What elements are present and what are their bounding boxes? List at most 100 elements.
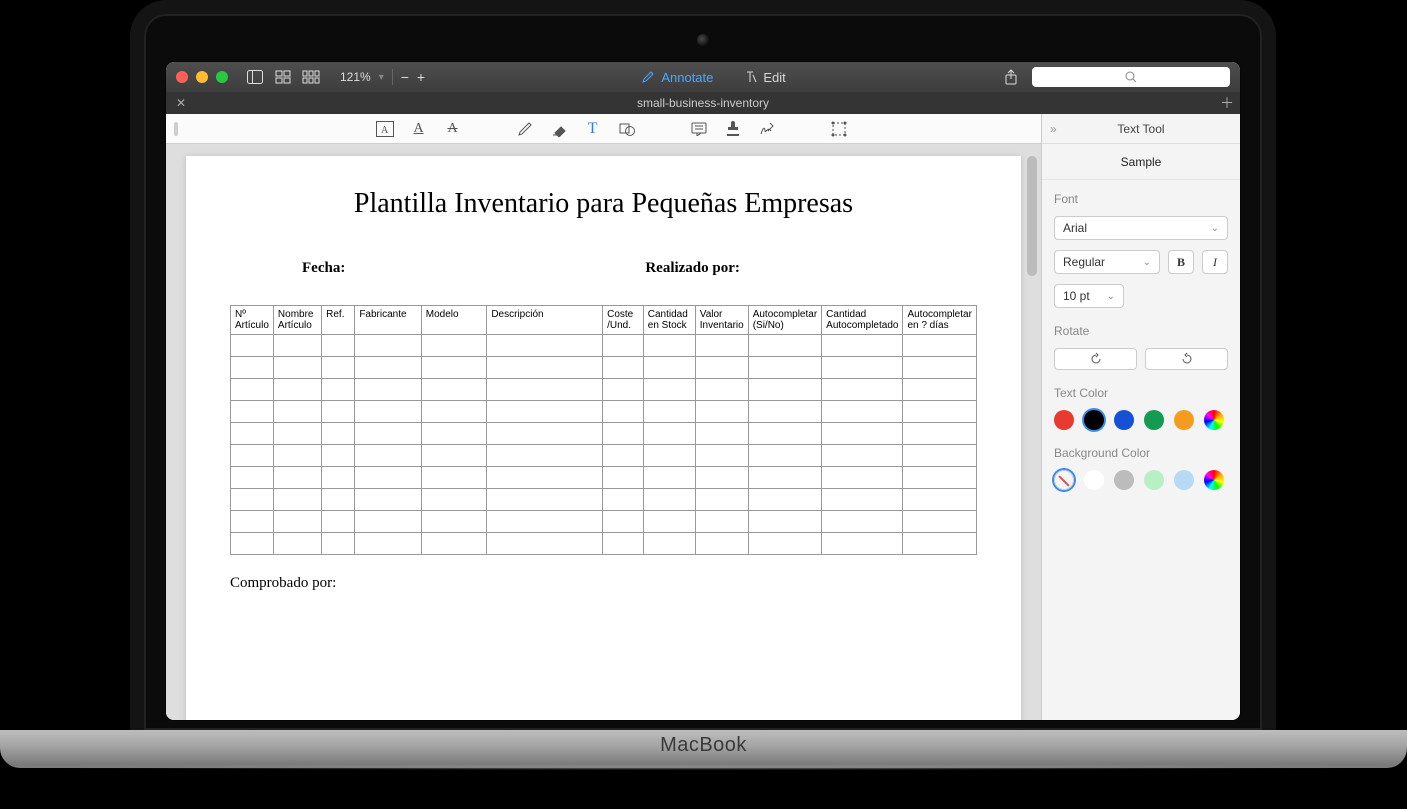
window-controls xyxy=(176,71,228,83)
note-tool-icon[interactable] xyxy=(689,119,709,139)
table-cell xyxy=(822,489,903,511)
table-cell xyxy=(231,445,274,467)
edit-mode-button[interactable]: Edit xyxy=(743,70,785,85)
text-tool-icon[interactable]: T xyxy=(583,119,603,139)
rotate-ccw-button[interactable] xyxy=(1054,348,1137,370)
annotate-mode-button[interactable]: Annotate xyxy=(641,70,713,85)
text-color-swatch[interactable] xyxy=(1174,410,1194,430)
bg-color-swatch[interactable] xyxy=(1114,470,1134,490)
table-row xyxy=(231,489,977,511)
page-viewport[interactable]: Plantilla Inventario para Pequeñas Empre… xyxy=(166,144,1041,720)
text-color-swatch[interactable] xyxy=(1114,410,1134,430)
thumbnails-drag-handle[interactable] xyxy=(174,122,178,136)
shape-tool-icon[interactable] xyxy=(617,119,637,139)
laptop-frame: 121% ▾ − + Annotate Edit xyxy=(130,0,1276,760)
bg-color-swatch[interactable] xyxy=(1144,470,1164,490)
table-cell xyxy=(421,423,487,445)
table-cell xyxy=(643,335,695,357)
overview-button[interactable] xyxy=(302,68,320,86)
search-input[interactable] xyxy=(1032,67,1230,87)
macbook-label: MacBook xyxy=(660,734,747,757)
bg-color-swatch[interactable] xyxy=(1084,470,1104,490)
annotate-toolbar: A A A xyxy=(166,114,1041,144)
bg-color-swatch[interactable] xyxy=(1174,470,1194,490)
strikethrough-a-icon[interactable]: A xyxy=(443,119,463,139)
custom-color-swatch[interactable] xyxy=(1204,410,1224,430)
tab-title[interactable]: small-business-inventory xyxy=(637,96,769,110)
table-header-cell: Autocompletar en ? días xyxy=(903,306,977,335)
table-cell xyxy=(355,335,421,357)
table-cell xyxy=(322,357,355,379)
italic-button[interactable]: I xyxy=(1202,250,1228,274)
table-cell xyxy=(822,335,903,357)
contact-sheet-button[interactable] xyxy=(274,68,292,86)
zoom-in-button[interactable]: + xyxy=(417,69,425,85)
table-cell xyxy=(273,401,321,423)
table-cell xyxy=(487,467,603,489)
text-color-swatch[interactable] xyxy=(1084,410,1104,430)
text-tool-panel: » Text Tool Sample Font Arial⌄ Regular⌄ xyxy=(1042,114,1240,720)
table-cell xyxy=(231,533,274,555)
text-color-swatch[interactable] xyxy=(1054,410,1074,430)
camera-icon xyxy=(697,34,709,46)
document-page[interactable]: Plantilla Inventario para Pequeñas Empre… xyxy=(186,156,1021,720)
sidebar-toggle-button[interactable] xyxy=(246,68,264,86)
table-cell xyxy=(643,423,695,445)
custom-bg-swatch[interactable] xyxy=(1204,470,1224,490)
table-cell xyxy=(355,511,421,533)
app-window: 121% ▾ − + Annotate Edit xyxy=(166,62,1240,720)
table-cell xyxy=(822,423,903,445)
font-style-select[interactable]: Regular⌄ xyxy=(1054,250,1160,274)
annotate-label: Annotate xyxy=(661,70,713,85)
font-size-select[interactable]: 10 pt⌄ xyxy=(1054,284,1124,308)
eraser-tool-icon[interactable] xyxy=(549,119,569,139)
maximize-button[interactable] xyxy=(216,71,228,83)
table-cell xyxy=(421,533,487,555)
stamp-tool-icon[interactable] xyxy=(723,119,743,139)
table-cell xyxy=(903,533,977,555)
pencil-tool-icon[interactable] xyxy=(515,119,535,139)
share-button[interactable] xyxy=(1002,68,1020,86)
minimize-button[interactable] xyxy=(196,71,208,83)
table-row xyxy=(231,401,977,423)
collapse-panel-button[interactable]: » xyxy=(1050,122,1057,136)
table-cell xyxy=(603,445,644,467)
edit-label: Edit xyxy=(763,70,785,85)
table-header-cell: Nombre Artículo xyxy=(273,306,321,335)
table-cell xyxy=(748,533,821,555)
font-family-select[interactable]: Arial⌄ xyxy=(1054,216,1228,240)
table-cell xyxy=(273,511,321,533)
table-cell xyxy=(903,489,977,511)
tab-close-button[interactable]: ✕ xyxy=(176,96,186,110)
selection-tool-icon[interactable] xyxy=(829,119,849,139)
new-tab-button[interactable]: ＋ xyxy=(1220,93,1234,113)
table-cell xyxy=(603,489,644,511)
table-cell xyxy=(748,445,821,467)
search-icon xyxy=(1125,71,1137,83)
table-header-cell: Cantidad Autocompletado xyxy=(822,306,903,335)
table-cell xyxy=(273,379,321,401)
rotate-cw-button[interactable] xyxy=(1145,348,1228,370)
text-color-swatch[interactable] xyxy=(1144,410,1164,430)
table-header-cell: Fabricante xyxy=(355,306,421,335)
main-area: A A A xyxy=(166,114,1042,720)
font-box-icon[interactable]: A xyxy=(375,119,395,139)
table-row xyxy=(231,423,977,445)
table-cell xyxy=(421,379,487,401)
table-header-cell: Coste /Und. xyxy=(603,306,644,335)
no-bg-swatch[interactable] xyxy=(1054,470,1074,490)
table-cell xyxy=(748,379,821,401)
signature-tool-icon[interactable] xyxy=(757,119,777,139)
zoom-out-button[interactable]: − xyxy=(401,69,409,85)
bold-button[interactable]: B xyxy=(1168,250,1194,274)
table-cell xyxy=(822,445,903,467)
table-cell xyxy=(322,445,355,467)
table-cell xyxy=(273,467,321,489)
underline-a-icon[interactable]: A xyxy=(409,119,429,139)
close-button[interactable] xyxy=(176,71,188,83)
table-cell xyxy=(421,401,487,423)
table-cell xyxy=(748,511,821,533)
table-cell xyxy=(695,511,748,533)
table-cell xyxy=(421,511,487,533)
zoom-level[interactable]: 121% xyxy=(340,70,371,84)
